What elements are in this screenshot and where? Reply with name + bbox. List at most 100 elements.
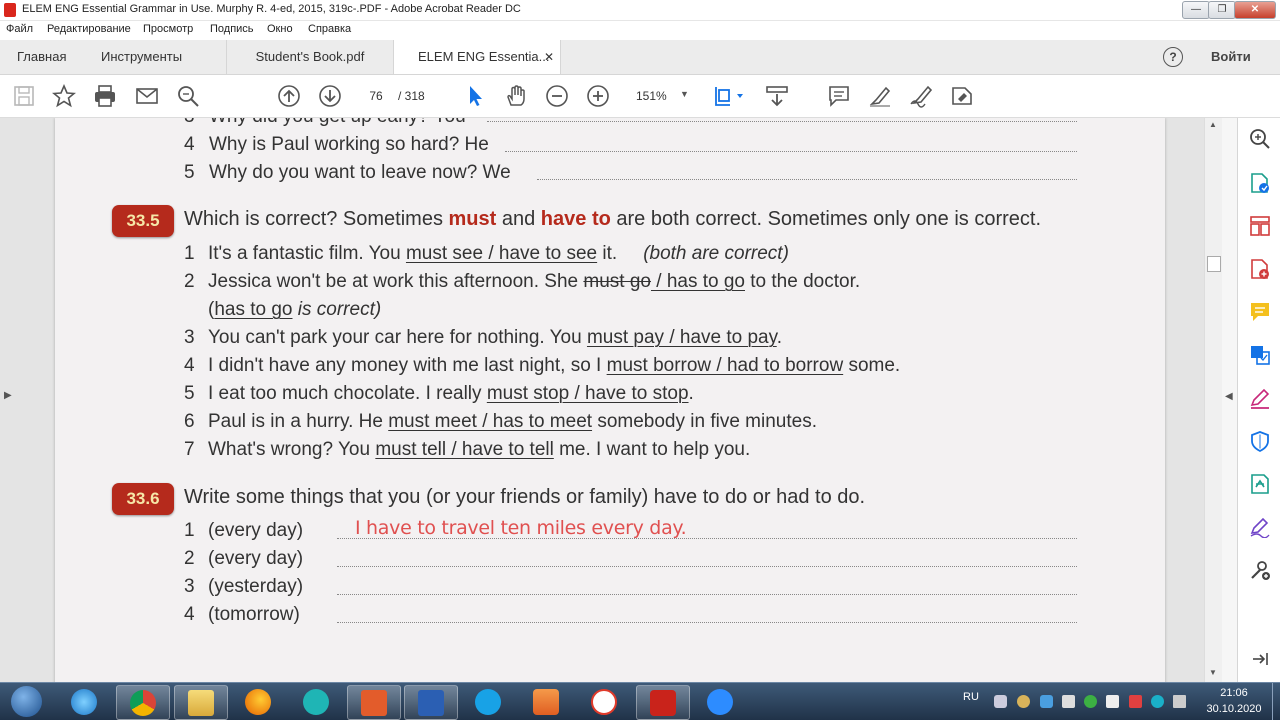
taskbar-internet-explorer[interactable]	[58, 685, 110, 718]
scrollbar-thumb[interactable]	[1207, 256, 1221, 272]
taskbar-edge[interactable]	[290, 685, 342, 718]
send-file-icon[interactable]	[1249, 473, 1271, 495]
item-number: 3	[184, 576, 195, 597]
sign-in-button[interactable]: Войти	[1211, 40, 1251, 74]
clock-time[interactable]: 21:06	[1206, 687, 1262, 699]
bookmark-star-icon[interactable]	[52, 84, 76, 108]
taskbar-file-explorer[interactable]	[174, 685, 228, 720]
edge-icon	[303, 689, 329, 715]
taskbar-word[interactable]	[404, 685, 458, 720]
print-icon[interactable]	[93, 84, 117, 108]
scroll-mode-icon[interactable]	[765, 84, 789, 108]
zoom-out-icon[interactable]	[545, 84, 569, 108]
start-button[interactable]	[6, 686, 46, 717]
page-number-input[interactable]: 76	[360, 86, 392, 106]
create-pdf-icon[interactable]	[1249, 258, 1271, 280]
item-sentence: .	[688, 383, 694, 404]
heading-text: are both correct. Sometimes only one is …	[610, 208, 1042, 230]
item-prompt: (every day)	[208, 548, 304, 569]
comment-panel-icon[interactable]	[1249, 301, 1271, 323]
hand-tool-icon[interactable]	[504, 84, 528, 108]
fill-sign-icon[interactable]	[950, 84, 974, 108]
minimize-button[interactable]: —	[1182, 1, 1210, 19]
taskbar-yandex-browser[interactable]	[578, 685, 630, 718]
vertical-scrollbar[interactable]: ▲ ▼	[1204, 118, 1223, 682]
safely-remove-icon[interactable]	[1106, 695, 1119, 708]
show-desktop-button[interactable]	[1272, 683, 1280, 720]
zoom-in-icon[interactable]	[586, 84, 610, 108]
item-sentence: It's a fantastic film. You	[208, 243, 406, 264]
item-choice: / has to go	[650, 271, 745, 292]
left-panel-toggle[interactable]: ▶	[0, 118, 14, 682]
network-alert-icon[interactable]	[1129, 695, 1142, 708]
find-text-icon[interactable]	[176, 84, 200, 108]
select-cursor-icon[interactable]	[463, 84, 487, 108]
exercise-badge: 33.6	[112, 483, 174, 515]
save-icon[interactable]	[12, 84, 36, 108]
taskbar-acrobat[interactable]	[636, 685, 690, 720]
collapse-panel-icon[interactable]	[1251, 650, 1269, 668]
document-viewport[interactable]: ▶ 3 Why did you get up early? You 4 Why …	[0, 118, 1222, 682]
zoom-select[interactable]: 151% ▼	[626, 85, 692, 107]
taskbar-skype[interactable]	[462, 685, 514, 718]
office-app-icon	[361, 690, 387, 716]
taskbar-firefox[interactable]	[232, 685, 284, 718]
signal-icon[interactable]	[1173, 695, 1186, 708]
scroll-up-icon[interactable]: ▲	[1209, 120, 1217, 129]
taskbar-office-app[interactable]	[347, 685, 401, 720]
combine-files-icon[interactable]	[1249, 344, 1271, 366]
comment-icon[interactable]	[827, 84, 851, 108]
tab-home[interactable]: Главная	[17, 40, 66, 74]
answer-line	[337, 594, 1077, 595]
item-note: (has to go is correct)	[208, 299, 382, 320]
chrome-icon	[130, 690, 156, 716]
export-pdf-icon[interactable]	[1249, 172, 1271, 194]
item-sentence: I eat too much chocolate. I really	[208, 383, 487, 404]
menu-sign[interactable]: Подпись	[210, 23, 254, 35]
tray-app-icon[interactable]	[1017, 695, 1030, 708]
fill-sign-panel-icon[interactable]	[1249, 516, 1271, 538]
edit-pen-icon[interactable]	[1249, 387, 1271, 409]
help-icon[interactable]: ?	[1163, 47, 1183, 67]
organize-pages-icon[interactable]	[1249, 215, 1271, 237]
item-sentence: What's wrong? You	[208, 439, 376, 460]
tray-chat-icon[interactable]	[1040, 695, 1053, 708]
close-window-button[interactable]: ✕	[1234, 1, 1276, 19]
menu-file[interactable]: Файл	[6, 23, 33, 35]
answer-line	[337, 566, 1077, 567]
clock-date[interactable]: 30.10.2020	[1201, 703, 1267, 715]
taskbar-chrome[interactable]	[116, 685, 170, 720]
window-title: ELEM ENG Essential Grammar in Use. Murph…	[22, 3, 521, 15]
more-tools-icon[interactable]	[1249, 559, 1271, 581]
tab-tools[interactable]: Инструменты	[101, 40, 182, 74]
menu-view[interactable]: Просмотр	[143, 23, 193, 35]
email-icon[interactable]	[135, 84, 159, 108]
item-number: 6	[184, 411, 195, 432]
scroll-down-icon[interactable]: ▼	[1209, 668, 1217, 677]
prev-line-number: 4	[184, 134, 195, 155]
tray-check-icon[interactable]	[1084, 695, 1097, 708]
right-panel-toggle[interactable]: ◀	[1222, 118, 1237, 682]
discord-tray-icon[interactable]	[994, 695, 1007, 708]
chevron-down-icon: ▼	[680, 89, 689, 99]
protect-shield-icon[interactable]	[1249, 430, 1271, 452]
menu-window[interactable]: Окно	[267, 23, 293, 35]
highlight-pen-icon[interactable]	[868, 84, 892, 108]
volume-icon[interactable]	[1062, 695, 1075, 708]
search-zoom-icon[interactable]	[1249, 128, 1271, 150]
language-indicator[interactable]: RU	[963, 691, 979, 703]
draw-pen-icon[interactable]	[909, 84, 933, 108]
maximize-button[interactable]: ❐	[1208, 1, 1236, 19]
tab-document-students-book[interactable]: Student's Book.pdf	[226, 40, 393, 74]
tray-sync-icon[interactable]	[1151, 695, 1164, 708]
taskbar-media-player[interactable]	[520, 685, 572, 718]
menu-help[interactable]: Справка	[308, 23, 351, 35]
menu-edit[interactable]: Редактирование	[47, 23, 131, 35]
taskbar-zoom[interactable]	[694, 685, 746, 718]
exercise-badge: 33.5	[112, 205, 174, 237]
tab-document-elem-eng[interactable]: ELEM ENG Essentia... ✕	[393, 40, 561, 74]
page-fit-icon[interactable]	[713, 84, 745, 108]
tab-close-icon[interactable]: ✕	[544, 40, 554, 74]
next-page-icon[interactable]	[318, 84, 342, 108]
previous-page-icon[interactable]	[277, 84, 301, 108]
